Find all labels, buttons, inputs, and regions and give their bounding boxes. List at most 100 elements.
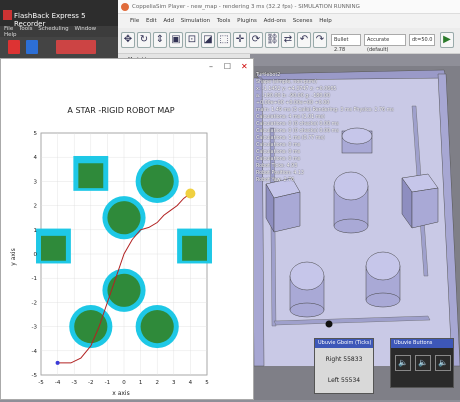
recorder-menu-tools[interactable]: Tools <box>19 26 33 32</box>
assembly-icon[interactable]: ⛓ <box>265 32 279 48</box>
y-tick-label: -4 <box>32 349 38 355</box>
x-tick-label: -1 <box>105 380 110 386</box>
record-button[interactable] <box>8 40 20 54</box>
scene-info-overlay: Turtlebot2 Shape (simple, non-pure) x: -… <box>256 72 456 184</box>
robot-yaw-label: Robot Yaw: 2.76 <box>256 178 295 183</box>
stop-button[interactable] <box>56 40 96 54</box>
coppelia-titlebar: CoppeliaSim Player - new_map - rendering… <box>118 0 460 14</box>
physics-engine-select[interactable]: Bullet 2.78 <box>331 34 361 53</box>
speaker-left-icon[interactable]: 🔈 <box>395 355 411 371</box>
y-tick-label: 1 <box>34 228 38 234</box>
undo-icon[interactable]: ↶ <box>297 32 311 48</box>
scene-view[interactable]: Turtlebot2 Shape (simple, non-pure) x: -… <box>251 66 460 400</box>
recorder-menu: File Tools Scheduling Window Help <box>0 26 118 38</box>
camera-shift-icon[interactable]: ⇕ <box>153 32 167 48</box>
pause-button[interactable] <box>26 40 38 54</box>
left-ticks-value: Left 55534 <box>327 377 361 384</box>
menu-tools[interactable]: Tools <box>217 18 231 24</box>
y-tick-label: 5 <box>34 131 38 137</box>
menu-plugins[interactable]: Plugins <box>237 18 257 24</box>
menu-file[interactable]: File <box>130 18 139 24</box>
turtlebot-robot[interactable] <box>325 320 333 328</box>
y-tick-label: 4 <box>34 155 38 161</box>
accuracy-select[interactable]: Accurate (default) <box>364 34 406 53</box>
info-line: Shape (simple, non-pure) <box>256 80 317 85</box>
object-select-icon[interactable]: ⬚ <box>217 32 231 48</box>
close-icon[interactable]: ✕ <box>241 62 251 71</box>
camera-rotate-icon[interactable]: ↻ <box>137 32 151 48</box>
object-shift-icon[interactable]: ✛ <box>233 32 247 48</box>
circle-obstacle <box>140 310 174 344</box>
y-tick-label: -2 <box>32 300 37 306</box>
buttons-panel-title: Ubuvie Buttons <box>391 339 453 348</box>
x-tick-label: 2 <box>155 380 159 386</box>
recorder-window: FlashBack Express 5 Recorder File Tools … <box>0 0 118 58</box>
box-obstacle-1-front <box>273 191 301 233</box>
square-obstacle <box>78 163 104 189</box>
info-line: Calculations: 0 (0 checks) 0.00 ms <box>256 129 339 134</box>
camera-zoom-icon[interactable]: ▣ <box>169 32 183 48</box>
ticks-panel-title: Ubuvie Gboim (Ticks) <box>315 339 373 348</box>
redo-icon[interactable]: ↷ <box>313 32 327 48</box>
coppelia-toolbar: ✥ ↻ ⇕ ▣ ⊡ ◪ ⬚ ✛ ⟳ ⛓ ⇄ ↶ ↷ Bullet 2.78 Ac… <box>118 28 460 54</box>
menu-scenes[interactable]: Scenes <box>293 18 313 24</box>
recorder-logo-icon <box>3 10 12 20</box>
info-line: Calculations: 0 ms <box>256 150 301 155</box>
menu-help[interactable]: Help <box>319 18 332 24</box>
box-obstacle-2-front <box>411 187 439 229</box>
y-axis-label: y axis <box>10 248 17 265</box>
y-tick-label: -1 <box>32 276 37 282</box>
y-tick-label: -3 <box>32 325 38 331</box>
start-simulation-icon[interactable]: ▶ <box>440 32 454 48</box>
square-obstacle <box>41 235 66 261</box>
menu-add[interactable]: Add <box>163 18 174 24</box>
timestep-select[interactable]: dt=50.0 ms (def <box>409 34 435 46</box>
object-rotate-icon[interactable]: ⟳ <box>249 32 263 48</box>
ticks-panel: Ubuvie Gboim (Ticks) Right 55833 Left 55… <box>314 338 374 394</box>
x-tick-label: 4 <box>189 380 193 386</box>
info-line: +0.00e+00 +0.00e+00 +0.00 <box>256 101 330 106</box>
camera-pan-icon[interactable]: ✥ <box>121 32 135 48</box>
circle-obstacle <box>74 310 108 344</box>
maximize-icon[interactable]: ☐ <box>224 62 231 71</box>
circle-obstacle <box>107 273 141 307</box>
menu-edit[interactable]: Edit <box>146 18 157 24</box>
plot-titlebar: – ☐ ✕ <box>1 59 253 75</box>
info-line: main: 1.49 ms (3 calls) Rendering: 3 ms … <box>256 108 394 113</box>
recorder-title: FlashBack Express 5 Recorder <box>0 0 118 28</box>
robot-ticks-label: Robot Ticks: 4.93 <box>256 164 298 169</box>
circle-obstacle <box>107 201 141 235</box>
transfer-dna-icon[interactable]: ⇄ <box>281 32 295 48</box>
x-tick-label: 5 <box>205 380 209 386</box>
plot-window: – ☐ ✕ A STAR -RIGID ROBOT MAP -5 -4 -3 -2 -1… <box>0 58 254 400</box>
x-tick-label: 0 <box>122 380 126 386</box>
x-tick-label: -4 <box>55 380 61 386</box>
fit-view-icon[interactable]: ⊡ <box>185 32 199 48</box>
menu-addons[interactable]: Add-ons <box>264 18 286 24</box>
info-line: Turtlebot2 <box>256 73 281 78</box>
speaker-right-icon[interactable]: 🔈 <box>435 355 451 371</box>
y-tick-label: 0 <box>34 252 38 258</box>
menu-simulation[interactable]: Simulation <box>181 18 210 24</box>
circle-obstacle <box>140 164 174 198</box>
recorder-menu-window[interactable]: Window <box>74 26 96 32</box>
recorder-menu-scheduling[interactable]: Scheduling <box>38 26 68 32</box>
speaker-middle-icon[interactable]: 🔈 <box>415 355 431 371</box>
y-tick-label: 2 <box>34 204 38 210</box>
x-tick-label: -2 <box>88 380 93 386</box>
x-axis-label: x axis <box>112 390 129 397</box>
cylinder-obstacle-3 <box>365 251 401 308</box>
y-tick-label: -5 <box>32 373 38 379</box>
x-tick-label: -5 <box>38 380 44 386</box>
info-line: Calculations: 0 ms <box>256 157 301 162</box>
x-tick-label: 1 <box>139 380 143 386</box>
cylinder-obstacle-4 <box>289 261 325 318</box>
square-obstacle <box>182 235 207 261</box>
camera-angle-icon[interactable]: ◪ <box>201 32 215 48</box>
buttons-panel: Ubuvie Buttons 🔈 🔈 🔈 <box>390 338 454 388</box>
info-line: Calculations: 0 (0 checks) 0.00 ms <box>256 122 339 127</box>
info-line: Calculations: 0 ms <box>256 143 301 148</box>
astar-plot: A STAR -RIGID ROBOT MAP -5 -4 -3 -2 -1 0 1 2 3 4 5… <box>10 106 212 397</box>
minimize-icon[interactable]: – <box>209 62 213 71</box>
robot-position-label: Robot Position: 4.13 <box>256 171 304 176</box>
